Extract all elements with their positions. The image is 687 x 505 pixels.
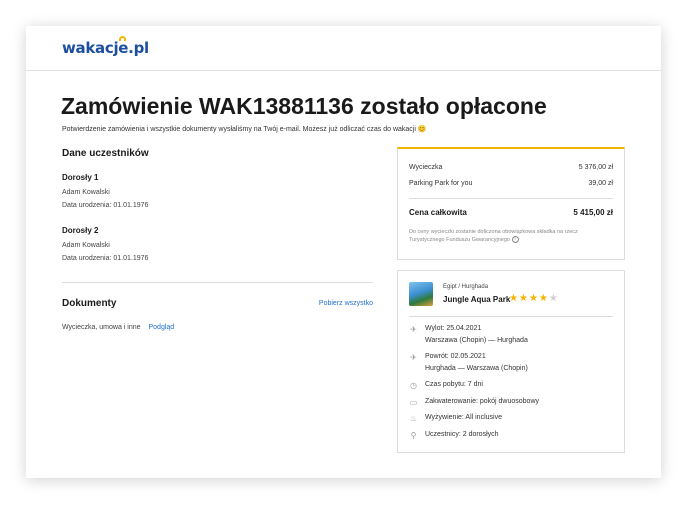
return-label: Powrót: 02.05.2021 [425,353,486,360]
trip-divider [409,316,613,317]
participants-title: Dane uczestników [62,148,149,159]
star-icon: ★ [518,293,529,304]
person-birth: Data urodzenia: 01.01.1976 [62,255,149,262]
preview-link[interactable]: Podgląd [148,324,174,331]
person-name: Adam Kowalski [62,189,110,196]
food-icon: ♨ [409,414,418,423]
departure-route: Warszawa (Chopin) — Hurghada [425,337,528,344]
info-icon[interactable]: i [511,236,519,244]
hotel-rating: ★★★★★ [509,293,559,304]
person-label: Dorosły 1 [62,173,99,182]
star-icon: ★ [509,293,519,304]
price-row: Wycieczka 5 376,00 zł [409,164,613,171]
divider [62,282,373,283]
price-total: Cena całkowita 5 415,00 zł [409,208,613,217]
clock-icon: ◷ [410,381,417,390]
board-text: Wyżywienie: All inclusive [425,414,502,421]
plane-departure-icon: ✈ [410,325,417,334]
download-all-link[interactable]: Pobierz wszystko [319,300,373,307]
bed-icon: ▭ [409,398,418,407]
price-note-text: Do ceny wycieczki zostanie doliczona obo… [409,229,578,243]
left-column: Dane uczestników Dorosły 1 Adam Kowalski… [62,148,373,331]
price-summary: Wycieczka 5 376,00 zł Parking Park for y… [397,147,625,260]
price-row: Parking Park for you 39,00 zł [409,180,613,187]
page-title: Zamówienie WAK13881136 zostało opłacone [61,93,547,119]
page-subtitle: Potwierdzenie zamówienia i wszystkie dok… [62,126,427,133]
price-total-label: Cena całkowita [409,208,467,217]
price-row-value: 39,00 zł [588,180,613,187]
star-icon: ★ [528,293,539,304]
price-row-label: Wycieczka [409,164,443,171]
hotel-name: Jungle Aqua Park [443,295,511,304]
logo-text: wakacje.pl [62,39,149,57]
plane-arrival-icon: ✈ [410,353,417,362]
trip-details: Egipt / Hurghada Jungle Aqua Park ★★★★★ … [397,270,625,453]
participants-text: Uczestnicy: 2 dorosłych [425,431,499,438]
documents-item-label: Wycieczka, umowa i inne [62,324,141,331]
person-icon: ⚲ [410,431,417,440]
price-row-value: 5 376,00 zł [578,164,613,171]
trip-location: Egipt / Hurghada [443,284,489,290]
header: wakacje.pl [26,26,661,71]
price-total-value: 5 415,00 zł [573,208,613,217]
logo-sun-icon [119,36,126,41]
star-icon: ★ [548,293,559,304]
logo[interactable]: wakacje.pl [62,36,149,57]
return-route: Hurghada — Warszawa (Chopin) [425,365,528,372]
documents-title: Dokumenty [62,298,117,309]
price-note: Do ceny wycieczki zostanie doliczona obo… [409,228,614,244]
person-name: Adam Kowalski [62,242,110,249]
price-divider [409,198,613,199]
hotel-thumbnail [409,282,433,306]
person-label: Dorosły 2 [62,226,99,235]
documents-item: Wycieczka, umowa i inne Podgląd [62,324,174,331]
price-row-label: Parking Park for you [409,180,473,187]
departure-label: Wylot: 25.04.2021 [425,325,482,332]
accommodation-text: Zakwaterowanie: pokój dwuosobowy [425,398,540,405]
order-card: wakacje.pl Zamówienie WAK13881136 został… [26,26,661,478]
duration-text: Czas pobytu: 7 dni [425,381,483,388]
star-icon: ★ [538,293,549,304]
person-birth: Data urodzenia: 01.01.1976 [62,202,149,209]
